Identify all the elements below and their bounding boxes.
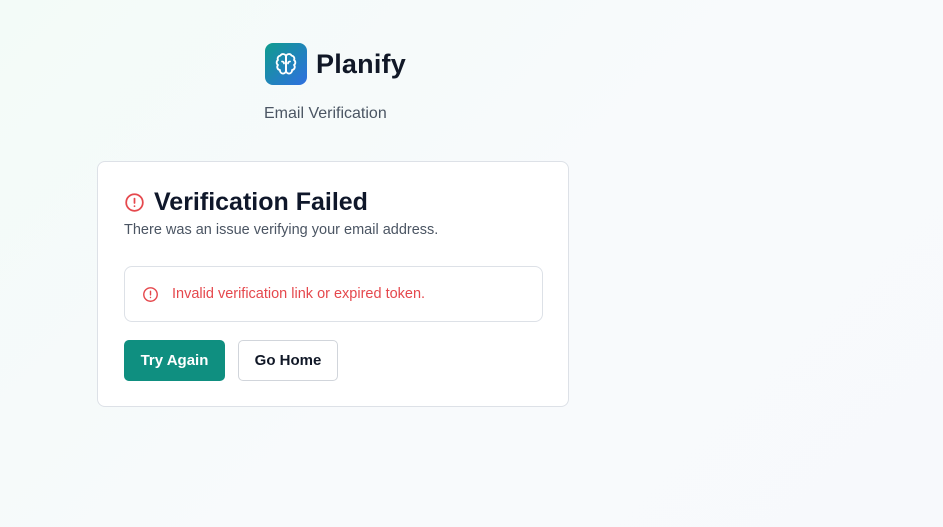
- error-message: Invalid verification link or expired tok…: [172, 286, 426, 302]
- card-header: Verification Failed: [124, 188, 368, 217]
- page-subtitle: Email Verification: [264, 105, 387, 122]
- alert-circle-icon: [142, 286, 159, 303]
- verification-card: Verification Failed There was an issue v…: [97, 161, 569, 407]
- error-alert: Invalid verification link or expired tok…: [124, 266, 543, 322]
- try-again-button[interactable]: Try Again: [124, 340, 225, 381]
- card-title: Verification Failed: [154, 188, 368, 216]
- brand-name: Planify: [316, 48, 406, 79]
- card-description: There was an issue verifying your email …: [124, 222, 439, 238]
- brain-icon: [265, 43, 307, 85]
- brand-header: Planify: [265, 43, 406, 85]
- alert-circle-icon: [124, 192, 145, 213]
- go-home-button[interactable]: Go Home: [238, 340, 338, 381]
